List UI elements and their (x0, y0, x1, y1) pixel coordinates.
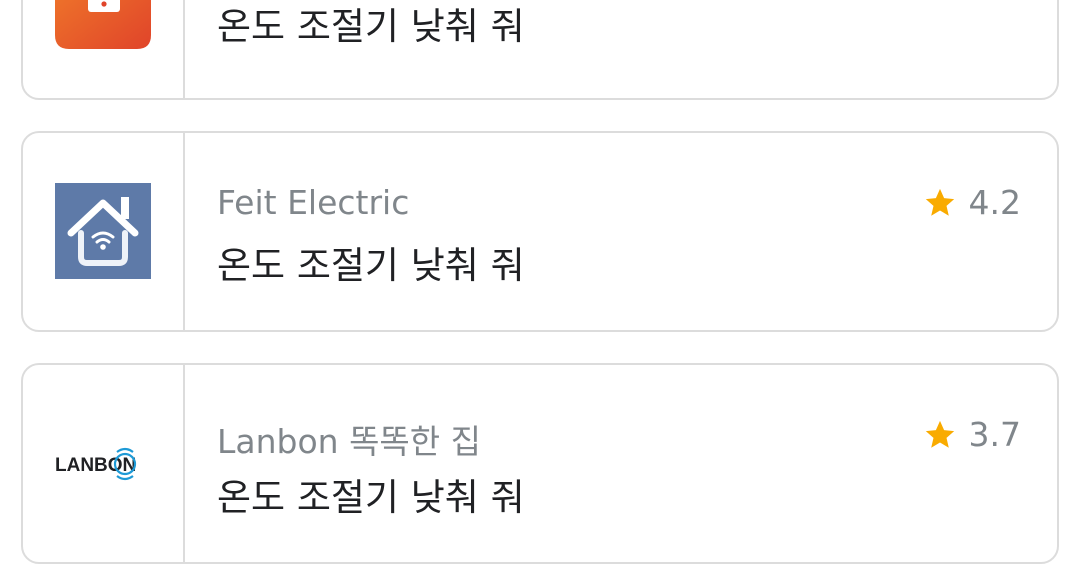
app-name: Feit Electric (217, 183, 410, 222)
text-column: Feit Electric 4.2 온도 조절기 낮춰 줘 (185, 133, 1057, 330)
star-icon (925, 420, 954, 448)
text-column: 온도 조절기 낮춰 줘 (185, 0, 1057, 98)
command-text: 온도 조절기 낮춰 줘 (217, 244, 525, 287)
command-text: 온도 조절기 낮춰 줘 (217, 5, 525, 48)
app-name: Lanbon 똑똑한 집 (217, 422, 481, 461)
svg-text:LANBON: LANBON (55, 455, 136, 476)
list-item[interactable]: Feit Electric 4.2 온도 조절기 낮춰 줘 (21, 131, 1059, 332)
rating: 4.2 (923, 183, 1021, 222)
house-wifi-icon (55, 183, 151, 279)
lanbon-logo: LANBON (55, 415, 151, 511)
text-column: Lanbon 똑똑한 집 3.7 온도 조절기 낮춰 줘 (185, 365, 1057, 562)
icon-column: LANBON (23, 365, 185, 562)
list-item[interactable]: LANBON Lanbon 똑똑한 집 3.7 온도 조절기 낮춰 줘 (21, 363, 1059, 564)
list-item[interactable]: 온도 조절기 낮춰 줘 (21, 0, 1059, 100)
orange-app-icon (55, 0, 151, 49)
command-text: 온도 조절기 낮춰 줘 (217, 476, 525, 519)
rating-value: 3.7 (968, 415, 1021, 454)
rating: 3.7 (923, 415, 1021, 454)
rating-value: 4.2 (968, 183, 1021, 222)
app-command-list: 온도 조절기 낮춰 줘 Feit Electric 4.2 온도 조절기 낮춰 … (0, 0, 1080, 567)
star-icon (925, 188, 954, 216)
icon-column (23, 0, 185, 98)
icon-column (23, 133, 185, 330)
